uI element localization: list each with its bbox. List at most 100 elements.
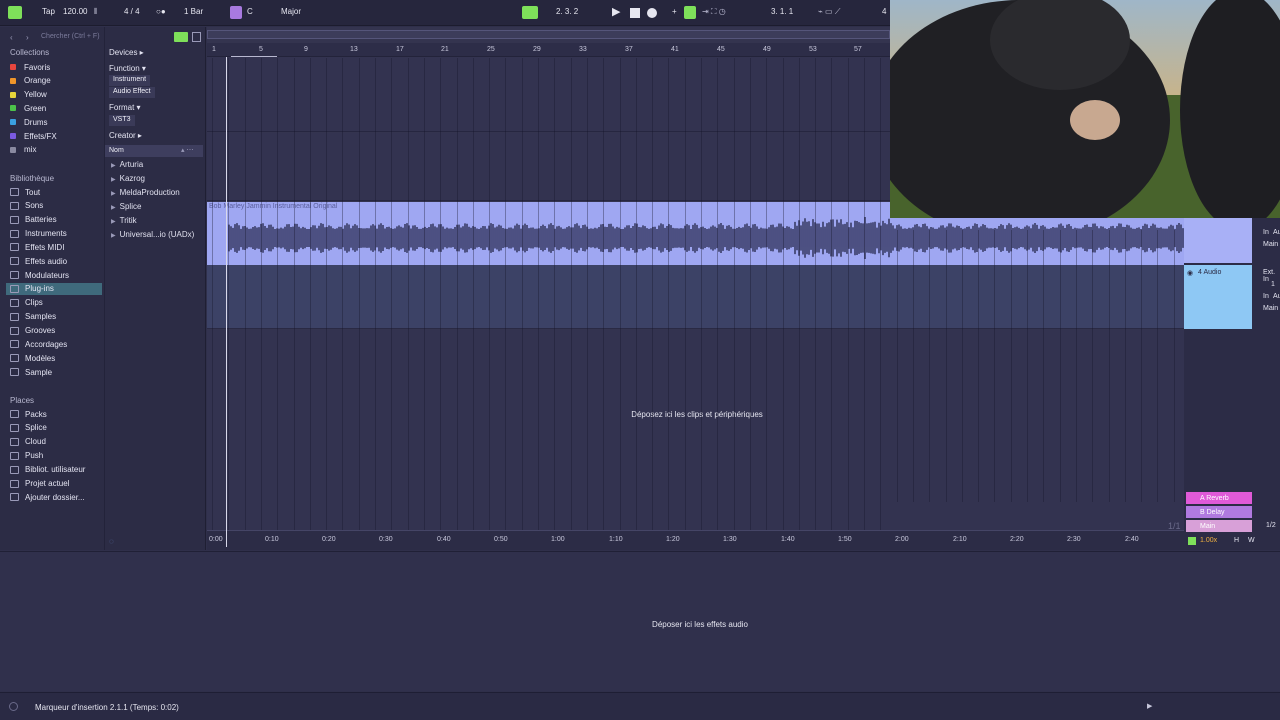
- collection-item[interactable]: mix: [10, 144, 102, 156]
- library-item[interactable]: Modèles: [10, 352, 102, 364]
- audio-label[interactable]: Au: [1273, 293, 1280, 300]
- name-column-header[interactable]: Nom ▴ ⋯: [105, 145, 203, 157]
- plugin-folder[interactable]: ▶ MeldaProduction: [111, 188, 180, 197]
- audio-track-header-top[interactable]: [1184, 217, 1252, 263]
- places-item[interactable]: Splice: [10, 422, 102, 434]
- places-item[interactable]: Push: [10, 450, 102, 462]
- plugin-folder[interactable]: ▶ Kazrog: [111, 174, 145, 183]
- tap-button[interactable]: Tap: [42, 7, 55, 16]
- collection-item[interactable]: Orange: [10, 75, 102, 87]
- input-label[interactable]: In: [1263, 293, 1269, 300]
- filter-format[interactable]: Format ▾: [109, 103, 141, 112]
- filter-devices[interactable]: Devices ▸: [109, 48, 144, 57]
- library-item[interactable]: Accordages: [10, 338, 102, 350]
- chevron-right-icon[interactable]: ▶: [111, 163, 116, 169]
- preview-icon[interactable]: ◌: [109, 537, 114, 546]
- track-name[interactable]: 4 Audio: [1198, 269, 1221, 276]
- plugin-folder[interactable]: ▶ Tritik: [111, 216, 137, 225]
- filter-creator[interactable]: Creator ▸: [109, 131, 142, 140]
- view-toggle-icon[interactable]: [8, 6, 22, 19]
- audio-track-header[interactable]: ◉ 4 Audio: [1184, 265, 1252, 329]
- library-item[interactable]: Modulateurs: [10, 269, 102, 281]
- chevron-right-icon[interactable]: ▶: [111, 233, 116, 239]
- metronome-interval[interactable]: 1 Bar: [184, 7, 203, 16]
- play-icon[interactable]: ▶: [612, 5, 620, 18]
- time-signature[interactable]: 4 / 4: [124, 7, 140, 16]
- main-out[interactable]: Main: [1263, 305, 1278, 312]
- filter-function[interactable]: Function ▾: [109, 64, 146, 73]
- zoom-toggle-icon[interactable]: [1188, 537, 1196, 545]
- library-item[interactable]: Batteries: [10, 214, 102, 226]
- time-ruler[interactable]: 0:00 0:10 0:20 0:30 0:40 0:50 1:00 1:10 1:20 1:30…: [207, 530, 1184, 550]
- metronome-icon[interactable]: ○●: [156, 7, 166, 16]
- chevron-right-icon[interactable]: ▶: [111, 191, 116, 197]
- drop-area[interactable]: Déposez ici les clips et périphériques: [207, 330, 1184, 530]
- chevron-right-icon[interactable]: ▶: [111, 205, 116, 211]
- library-item[interactable]: Instruments: [10, 228, 102, 240]
- collection-item[interactable]: Effets/FX: [10, 130, 102, 142]
- library-item[interactable]: Sample: [10, 366, 102, 378]
- places-item[interactable]: Bibliot. utilisateur: [10, 464, 102, 476]
- chip-audio-effect[interactable]: Audio Effect: [109, 87, 155, 98]
- places-item[interactable]: Projet actuel: [10, 478, 102, 490]
- song-position[interactable]: 2. 3. 2: [556, 7, 578, 16]
- scale-mode-icon[interactable]: [230, 6, 242, 19]
- library-item[interactable]: Clips: [10, 297, 102, 309]
- input-label-top[interactable]: In: [1263, 229, 1269, 236]
- library-item[interactable]: Tout: [10, 186, 102, 198]
- w-button[interactable]: W: [1248, 537, 1255, 544]
- chip-instrument[interactable]: Instrument: [109, 75, 151, 86]
- places-item[interactable]: Packs: [10, 408, 102, 420]
- tempo-field[interactable]: 120.00: [63, 7, 87, 16]
- plugin-folder[interactable]: ▶ Splice: [111, 202, 141, 211]
- return-track[interactable]: B Delay: [1186, 506, 1252, 518]
- audio-label-top[interactable]: Au: [1273, 229, 1280, 236]
- collection-item[interactable]: Drums: [10, 116, 102, 128]
- return-track[interactable]: A Reverb: [1186, 492, 1252, 504]
- status-icon[interactable]: [9, 702, 18, 711]
- stop-icon[interactable]: [630, 8, 640, 18]
- places-item[interactable]: Cloud: [10, 436, 102, 448]
- chevron-right-icon[interactable]: ▶: [111, 219, 116, 225]
- collection-item[interactable]: Yellow: [10, 89, 102, 101]
- record-icon[interactable]: [647, 8, 657, 18]
- places-item[interactable]: Ajouter dossier...: [10, 491, 102, 503]
- loop-start[interactable]: 3. 1. 1: [771, 7, 793, 16]
- plugin-folder[interactable]: ▶ Universal...io (UADx): [111, 230, 194, 239]
- device-view[interactable]: Déposer ici les effets audio: [0, 551, 1280, 691]
- zoom-level[interactable]: 1.00x: [1200, 537, 1217, 544]
- plugin-folder[interactable]: ▶ Arturia: [111, 160, 143, 169]
- main-out-top[interactable]: Main: [1263, 241, 1278, 248]
- loop-length[interactable]: 4: [882, 7, 886, 16]
- automation-arm-icon[interactable]: [684, 6, 696, 19]
- grid-line: [570, 58, 572, 530]
- audio-track-lane[interactable]: [207, 265, 1184, 329]
- nudge-icon[interactable]: ⦀: [94, 7, 98, 17]
- follow-icon[interactable]: [522, 6, 538, 19]
- library-item[interactable]: Plug-ins: [6, 282, 102, 295]
- library-item[interactable]: Samples: [10, 311, 102, 323]
- key-select[interactable]: C: [247, 7, 253, 16]
- chip-vst3[interactable]: VST3: [109, 115, 135, 126]
- playhead[interactable]: [226, 57, 227, 547]
- bar-ruler[interactable]: 1 5 9 13 17 21 25 29 33 37 41 45 49 53 57: [207, 43, 890, 57]
- overview-scrollbar[interactable]: [207, 30, 890, 39]
- library-item[interactable]: Sons: [10, 200, 102, 212]
- return-track[interactable]: Main: [1186, 520, 1252, 532]
- h-button[interactable]: H: [1234, 537, 1239, 544]
- track-activator-icon[interactable]: ◉: [1187, 269, 1193, 277]
- library-item[interactable]: Effets audio: [10, 255, 102, 267]
- loop-icons[interactable]: ⌁ ▭ ⟋: [818, 7, 840, 17]
- scale-select[interactable]: Major: [281, 7, 301, 16]
- library-item[interactable]: Grooves: [10, 325, 102, 337]
- collection-item[interactable]: Green: [10, 102, 102, 114]
- collection-item[interactable]: Favoris: [10, 61, 102, 73]
- chevron-right-icon[interactable]: ▶: [111, 177, 116, 183]
- overdub-icon[interactable]: +: [672, 7, 677, 16]
- channel-one[interactable]: 1: [1271, 281, 1275, 288]
- places-title: Places: [10, 396, 35, 405]
- library-item[interactable]: Effets MIDI: [10, 241, 102, 253]
- loop-tools-icon[interactable]: ⇥ ⛶ ◷: [702, 7, 726, 17]
- sort-icon[interactable]: ▴ ⋯: [181, 146, 193, 154]
- expand-icon[interactable]: ▶: [1147, 702, 1152, 710]
